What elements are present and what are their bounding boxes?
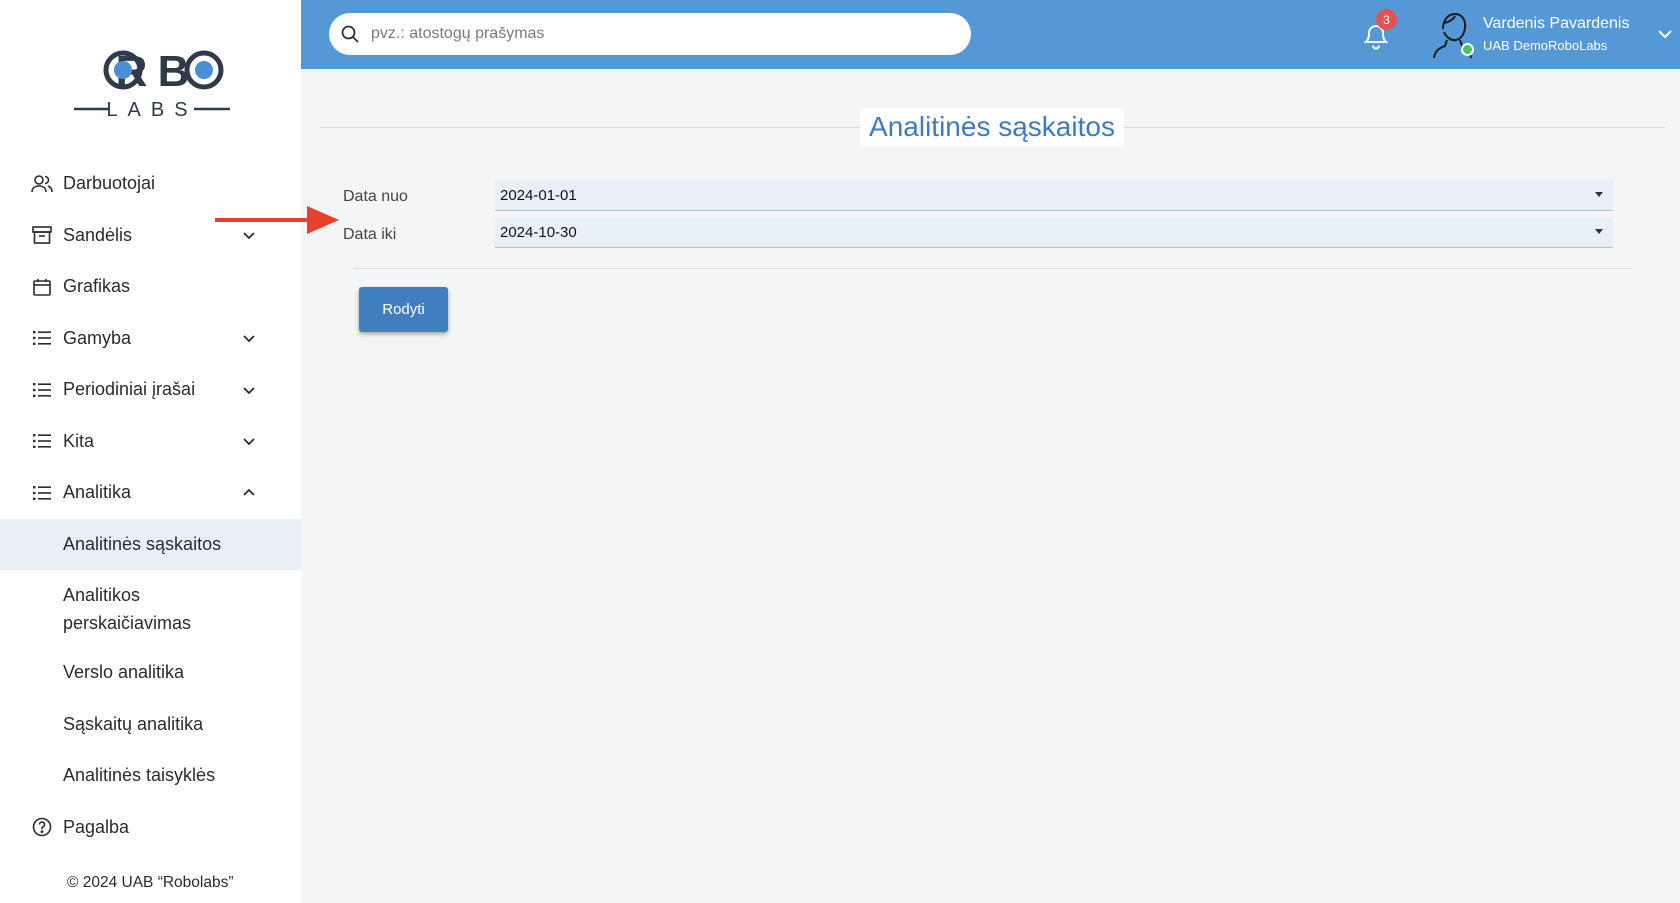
sidebar-subitem-analitikos-perskaiciavimas[interactable]: Analitikos perskaičiavimas xyxy=(0,570,301,647)
sidebar-item-analitika[interactable]: Analitika xyxy=(0,467,301,519)
search-input[interactable] xyxy=(371,25,931,43)
sidebar-subitem-analitines-taisykles[interactable]: Analitinės taisyklės xyxy=(0,750,301,802)
sidebar-item-label: Sandėlis xyxy=(63,224,133,245)
sidebar-subitem-analitines-saskaitos[interactable]: Analitinės sąskaitos xyxy=(0,518,301,570)
sidebar-item-label: Grafikas xyxy=(63,276,131,297)
svg-text:LABS: LABS xyxy=(106,99,197,121)
list-icon xyxy=(31,430,53,452)
form-divider xyxy=(353,268,1632,269)
sidebar-item-label: Darbuotojai xyxy=(63,173,156,194)
sidebar-subitem-saskaitu-analitika[interactable]: Sąskaitų analitika xyxy=(0,699,301,751)
chevron-down-icon[interactable] xyxy=(243,384,255,396)
chevron-down-icon[interactable] xyxy=(243,435,255,447)
list-icon xyxy=(31,379,53,401)
label-line-2: perskaičiavimas xyxy=(63,612,192,633)
help-circle-icon xyxy=(31,816,53,838)
sidebar-item-periodiniai-irasai[interactable]: Periodiniai įrašai xyxy=(0,364,301,416)
sidebar-item-label: Analitika xyxy=(63,482,132,503)
search-box[interactable] xyxy=(329,13,971,55)
sidebar-item-label: Pagalba xyxy=(63,816,130,837)
date-to-input[interactable] xyxy=(500,224,1580,241)
sidebar-item-label: Gamyba xyxy=(63,327,132,348)
sidebar-subitem-label: Analitikos perskaičiavimas xyxy=(63,581,191,637)
copyright-text: © 2024 UAB “Robolabs” xyxy=(67,874,234,891)
sidebar-nav: Darbuotojai Sandėlis Grafikas Gamyba Per… xyxy=(0,158,301,853)
chevron-down-icon[interactable] xyxy=(1657,27,1673,41)
top-bar: 3 Vardenis Pavardenis UAB DemoRoboLabs xyxy=(301,0,1680,69)
archive-icon xyxy=(31,224,53,246)
sidebar-subitem-label: Analitinės sąskaitos xyxy=(63,533,222,554)
dropdown-caret-icon[interactable] xyxy=(1595,192,1603,197)
chevron-up-icon[interactable] xyxy=(243,487,255,499)
search-icon xyxy=(341,25,359,43)
sidebar-item-label: Periodiniai įrašai xyxy=(63,379,196,400)
user-name: Vardenis Pavardenis xyxy=(1483,15,1630,32)
chevron-down-icon[interactable] xyxy=(243,332,255,344)
user-company: UAB DemoRoboLabs xyxy=(1483,38,1608,53)
sidebar-subitem-label: Sąskaitų analitika xyxy=(63,713,204,734)
list-icon xyxy=(31,482,53,504)
sidebar-subitem-label: Analitinės taisyklės xyxy=(63,765,216,786)
online-status-dot xyxy=(1461,43,1474,56)
calendar-icon xyxy=(31,276,53,298)
date-to-label: Data iki xyxy=(343,226,397,243)
sidebar-subitem-verslo-analitika[interactable]: Verslo analitika xyxy=(0,647,301,699)
notification-badge: 3 xyxy=(1376,9,1397,30)
sidebar-item-darbuotojai[interactable]: Darbuotojai xyxy=(0,158,301,210)
sidebar-item-gamyba[interactable]: Gamyba xyxy=(0,313,301,365)
page-title: Analitinės sąskaitos xyxy=(860,108,1124,146)
label-line-1: Analitikos xyxy=(63,584,141,605)
date-from-label: Data nuo xyxy=(343,188,408,205)
list-icon xyxy=(31,327,53,349)
users-icon xyxy=(31,173,53,195)
annotation-arrow-icon xyxy=(215,206,339,234)
date-from-field[interactable] xyxy=(495,181,1613,211)
sidebar-item-grafikas[interactable]: Grafikas xyxy=(0,261,301,313)
show-button[interactable]: Rodyti xyxy=(359,287,448,332)
dropdown-caret-icon[interactable] xyxy=(1595,229,1603,234)
date-to-field[interactable] xyxy=(495,218,1613,248)
date-from-input[interactable] xyxy=(500,187,1580,204)
sidebar: R B LABS Darbuotojai Sandėlis Grafikas G… xyxy=(0,0,301,903)
robolabs-logo[interactable]: R B LABS xyxy=(72,46,232,122)
sidebar-item-pagalba[interactable]: Pagalba xyxy=(0,802,301,854)
sidebar-item-kita[interactable]: Kita xyxy=(0,416,301,468)
sidebar-item-label: Kita xyxy=(63,430,95,451)
sidebar-subitem-label: Verslo analitika xyxy=(63,662,185,683)
